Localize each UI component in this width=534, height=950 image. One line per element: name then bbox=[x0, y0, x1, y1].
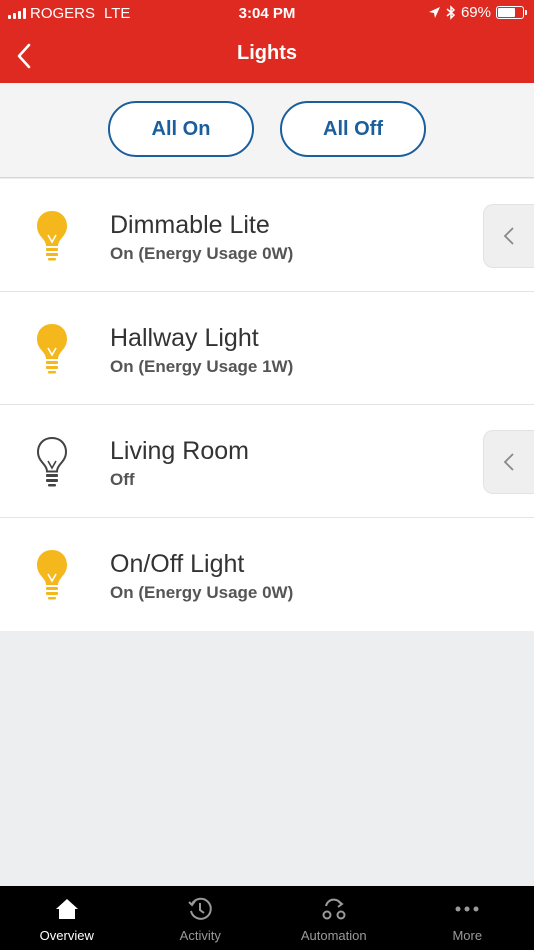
all-on-button[interactable]: All On bbox=[108, 101, 254, 157]
status-bar: ROGERS LTE 3:04 PM 69% bbox=[0, 0, 534, 28]
tab-label: Automation bbox=[300, 928, 367, 943]
light-name: Living Room bbox=[110, 437, 249, 465]
dimmer-slider-tab[interactable] bbox=[483, 430, 534, 494]
lightbulb-on-icon bbox=[37, 550, 67, 600]
tab-label: Activity bbox=[179, 928, 221, 943]
light-row-on-off-light[interactable]: On/Off Light On (Energy Usage 0W) bbox=[0, 518, 534, 631]
light-name: On/Off Light bbox=[110, 550, 245, 578]
bottom-tab-bar: Overview Activity Automation More bbox=[0, 886, 534, 950]
light-status: On (Energy Usage 0W) bbox=[110, 244, 294, 263]
chevron-left-icon bbox=[503, 453, 514, 471]
status-right: 69% bbox=[428, 4, 527, 21]
lightbulb-on-icon bbox=[37, 324, 67, 374]
tab-automation[interactable]: Automation bbox=[267, 886, 401, 950]
light-status: Off bbox=[110, 470, 135, 489]
tab-label: More bbox=[452, 928, 483, 943]
light-status: On (Energy Usage 1W) bbox=[110, 357, 294, 376]
light-row-dimmable-lite[interactable]: Dimmable Lite On (Energy Usage 0W) bbox=[0, 179, 534, 292]
automation-icon bbox=[322, 898, 346, 920]
tab-activity[interactable]: Activity bbox=[134, 886, 268, 950]
history-icon bbox=[188, 897, 212, 920]
page-title: Lights bbox=[237, 42, 297, 64]
battery-fill bbox=[498, 8, 515, 17]
bluetooth-icon bbox=[446, 5, 456, 20]
bulk-action-bar: All On All Off bbox=[0, 83, 534, 178]
light-name: Dimmable Lite bbox=[110, 211, 270, 239]
all-off-button[interactable]: All Off bbox=[280, 101, 426, 157]
lights-list: Dimmable Lite On (Energy Usage 0W) Hallw… bbox=[0, 179, 534, 631]
tab-label: Overview bbox=[39, 928, 94, 943]
battery-percent: 69% bbox=[460, 4, 491, 21]
location-arrow-icon bbox=[428, 7, 440, 18]
lightbulb-on-icon bbox=[37, 211, 67, 261]
battery-icon bbox=[496, 6, 527, 19]
light-status: On (Energy Usage 0W) bbox=[110, 583, 294, 602]
more-dots-icon bbox=[455, 906, 479, 912]
light-name: Hallway Light bbox=[110, 324, 259, 352]
home-icon bbox=[55, 899, 78, 919]
light-row-living-room[interactable]: Living Room Off bbox=[0, 405, 534, 518]
nav-bar: Lights bbox=[0, 28, 534, 83]
dimmer-slider-tab[interactable] bbox=[483, 204, 534, 268]
light-row-hallway-light[interactable]: Hallway Light On (Energy Usage 1W) bbox=[0, 292, 534, 405]
lightbulb-off-icon bbox=[36, 436, 68, 487]
tab-overview[interactable]: Overview bbox=[0, 886, 134, 950]
chevron-left-icon bbox=[503, 227, 514, 245]
tab-more[interactable]: More bbox=[401, 886, 534, 950]
